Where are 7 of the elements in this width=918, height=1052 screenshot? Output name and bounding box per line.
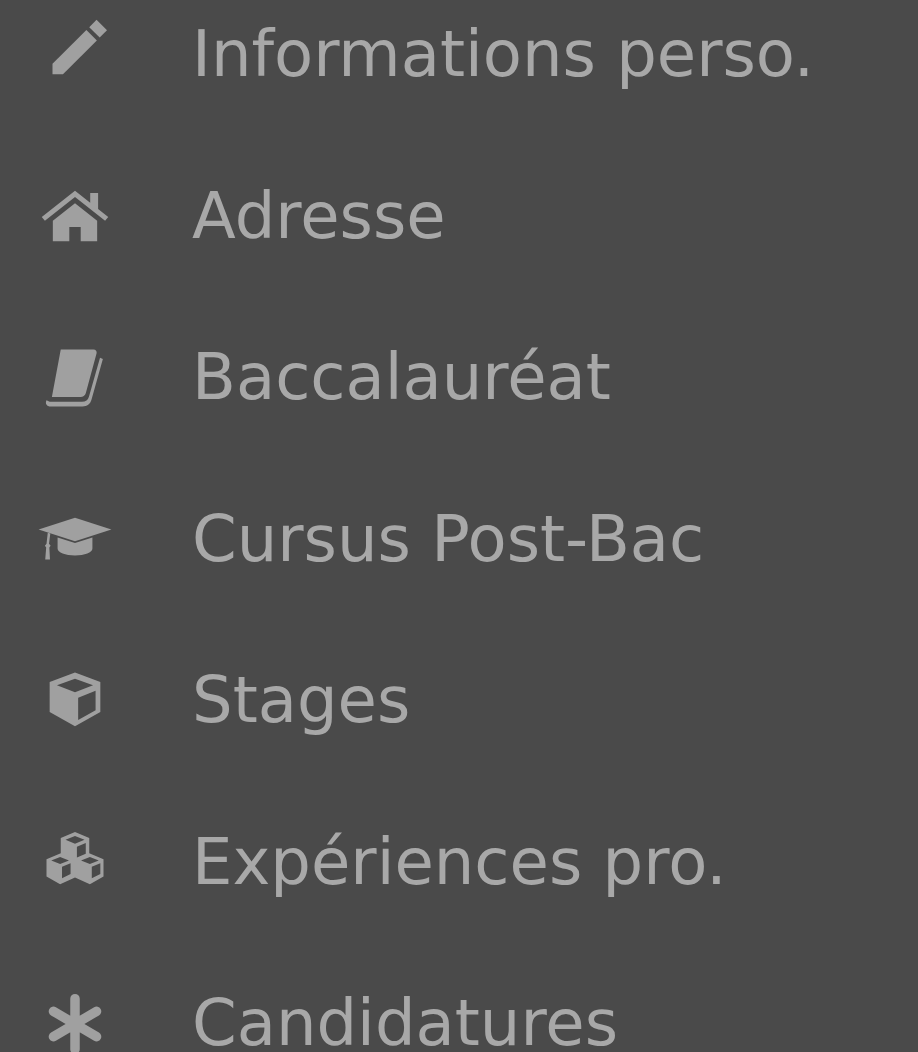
menu-item[interactable]: Candidatures bbox=[192, 985, 618, 1052]
menu-item[interactable]: Informations perso. bbox=[192, 16, 815, 94]
menu-item[interactable]: Cursus Post-Bac bbox=[192, 500, 705, 578]
menu-item[interactable]: Baccalauréat bbox=[192, 339, 611, 417]
menu-item[interactable]: Stages bbox=[192, 662, 411, 740]
menu-item[interactable]: Expériences pro. bbox=[192, 823, 727, 901]
menu-item[interactable]: Adresse bbox=[192, 177, 446, 255]
